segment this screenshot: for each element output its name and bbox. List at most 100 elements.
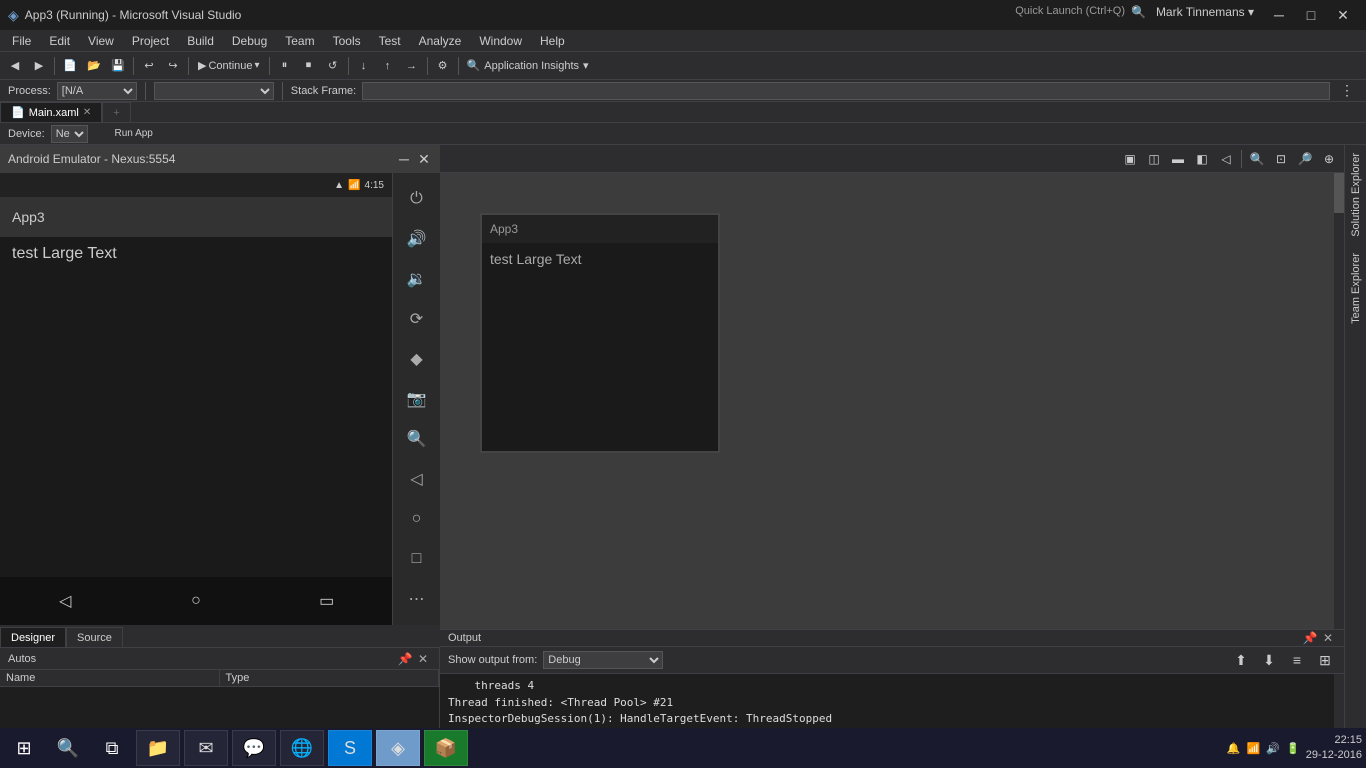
square-button[interactable]: □ bbox=[399, 541, 435, 577]
forward-btn[interactable]: ▶ bbox=[28, 55, 50, 77]
taskbar-search-btn[interactable]: 🔍 bbox=[48, 728, 88, 768]
settings-btn[interactable]: ⚙ bbox=[432, 55, 454, 77]
step-out-btn[interactable]: ↑ bbox=[377, 55, 399, 77]
menu-team[interactable]: Team bbox=[277, 32, 322, 50]
des-view1-btn[interactable]: ◫ bbox=[1143, 148, 1165, 170]
nav-back-btn[interactable]: ◁ bbox=[45, 586, 85, 616]
taskbar-task-view-btn[interactable]: ⧉ bbox=[92, 728, 132, 768]
more-button[interactable]: ⋯ bbox=[399, 581, 435, 617]
process-select[interactable]: [N/A bbox=[57, 82, 137, 100]
volume-down-button[interactable]: 🔉 bbox=[399, 261, 435, 297]
taskbar-app-skype[interactable]: 💬 bbox=[232, 730, 276, 766]
taskbar-app-green[interactable]: 📦 bbox=[424, 730, 468, 766]
emulator-minimize-btn[interactable]: ─ bbox=[396, 151, 412, 167]
menu-test[interactable]: Test bbox=[371, 32, 409, 50]
output-pin-btn[interactable]: 📌 bbox=[1302, 630, 1318, 646]
pause-btn[interactable]: ⏸ bbox=[274, 55, 296, 77]
output-tool2[interactable]: ⬇ bbox=[1258, 649, 1280, 671]
taskbar-app-skype2[interactable]: S bbox=[328, 730, 372, 766]
nav-home-btn[interactable]: ○ bbox=[176, 586, 216, 616]
save-btn[interactable]: 💾 bbox=[107, 55, 129, 77]
output-tool1[interactable]: ⬆ bbox=[1230, 649, 1252, 671]
des-zoom-in2-btn[interactable]: ⊕ bbox=[1318, 148, 1340, 170]
stack-frame-btn[interactable]: ⋮ bbox=[1336, 80, 1358, 102]
device-select[interactable]: Ne bbox=[51, 125, 88, 143]
step-over-btn[interactable]: → bbox=[401, 55, 423, 77]
designer-main: ▣ ◫ ▬ ◧ ◁ 🔍 ⊡ 🔎 ⊕ bbox=[440, 145, 1344, 746]
menu-view[interactable]: View bbox=[80, 32, 122, 50]
designer-scrollbar-v[interactable] bbox=[1334, 173, 1344, 629]
autos-pin-btn[interactable]: 📌 bbox=[397, 651, 413, 667]
taskbar-app-vs[interactable]: ◈ bbox=[376, 730, 420, 766]
nav-recents-btn[interactable]: ▭ bbox=[307, 586, 347, 616]
menu-project[interactable]: Project bbox=[124, 32, 177, 50]
taskbar-app-explorer[interactable]: 📁 bbox=[136, 730, 180, 766]
continue-dropdown-icon[interactable]: ▾ bbox=[255, 60, 260, 71]
menu-edit[interactable]: Edit bbox=[41, 32, 78, 50]
menu-tools[interactable]: Tools bbox=[325, 32, 369, 50]
des-fit-btn[interactable]: ▣ bbox=[1119, 148, 1141, 170]
home-button[interactable]: ○ bbox=[399, 501, 435, 537]
taskbar-time-date[interactable]: 22:15 29-12-2016 bbox=[1306, 733, 1362, 764]
taskbar-app-mail[interactable]: ✉ bbox=[184, 730, 228, 766]
des-view3-btn[interactable]: ◧ bbox=[1191, 148, 1213, 170]
erase-button[interactable]: ◆ bbox=[399, 341, 435, 377]
close-button[interactable]: ✕ bbox=[1328, 5, 1358, 25]
continue-button[interactable]: ▶ Continue ▾ bbox=[193, 55, 265, 77]
menu-analyze[interactable]: Analyze bbox=[411, 32, 470, 50]
tab-source[interactable]: Source bbox=[66, 627, 123, 647]
tab-main-xaml[interactable]: 📄 Main.xaml ✕ bbox=[0, 102, 102, 122]
volume-up-button[interactable]: 🔊 bbox=[399, 221, 435, 257]
taskbar-app-chrome[interactable]: 🌐 bbox=[280, 730, 324, 766]
menu-debug[interactable]: Debug bbox=[224, 32, 275, 50]
output-line-2: InspectorDebugSession(1): HandleTargetEv… bbox=[448, 711, 1326, 728]
taskbar-date: 29-12-2016 bbox=[1306, 748, 1362, 763]
stop-btn[interactable]: ⏹ bbox=[298, 55, 320, 77]
emulator-close-btn[interactable]: ✕ bbox=[416, 151, 432, 167]
autos-close-btn[interactable]: ✕ bbox=[415, 651, 431, 667]
back-button[interactable]: ◁ bbox=[399, 461, 435, 497]
taskbar-notification[interactable]: 🔔 bbox=[1227, 742, 1241, 755]
menu-help[interactable]: Help bbox=[532, 32, 573, 50]
stack-frame-input[interactable] bbox=[362, 82, 1330, 100]
thread-select[interactable] bbox=[154, 82, 274, 100]
designer-scrollbar-thumb[interactable] bbox=[1334, 173, 1344, 213]
solution-explorer-label[interactable]: Solution Explorer bbox=[1350, 145, 1362, 245]
step-into-btn[interactable]: ↓ bbox=[353, 55, 375, 77]
tab-new[interactable]: + bbox=[102, 102, 130, 122]
redo-btn[interactable]: ↪ bbox=[162, 55, 184, 77]
new-project-btn[interactable]: 📄 bbox=[59, 55, 81, 77]
zoom-button[interactable]: 🔍 bbox=[399, 421, 435, 457]
stack-frame-bar: Process: [N/A Stack Frame: ⋮ bbox=[0, 80, 1366, 102]
camera-button[interactable]: 📷 bbox=[399, 381, 435, 417]
device-run-btn[interactable]: Run App bbox=[94, 123, 174, 145]
application-insights-dropdown[interactable]: ▾ bbox=[583, 59, 589, 72]
restart-btn[interactable]: ↺ bbox=[322, 55, 344, 77]
des-back-btn[interactable]: ◁ bbox=[1215, 148, 1237, 170]
undo-btn[interactable]: ↩ bbox=[138, 55, 160, 77]
power-button[interactable]: ⏻ bbox=[399, 181, 435, 217]
tab-close-btn[interactable]: ✕ bbox=[83, 107, 91, 118]
open-file-btn[interactable]: 📂 bbox=[83, 55, 105, 77]
application-insights-button[interactable]: 🔍 Application Insights ▾ bbox=[463, 59, 593, 72]
minimize-button[interactable]: ─ bbox=[1264, 5, 1294, 25]
phone-app-content[interactable]: App3 test Large Text bbox=[0, 197, 392, 577]
des-zoom-in-btn[interactable]: 🔎 bbox=[1294, 148, 1316, 170]
output-close-btn[interactable]: ✕ bbox=[1320, 630, 1336, 646]
des-view2-btn[interactable]: ▬ bbox=[1167, 148, 1189, 170]
output-tool3[interactable]: ≡ bbox=[1286, 649, 1308, 671]
maximize-button[interactable]: □ bbox=[1296, 5, 1326, 25]
output-from-select[interactable]: Debug bbox=[543, 651, 663, 669]
menu-build[interactable]: Build bbox=[179, 32, 222, 50]
back-btn[interactable]: ◀ bbox=[4, 55, 26, 77]
output-tool4[interactable]: ⊞ bbox=[1314, 649, 1336, 671]
des-zoom-out-btn[interactable]: 🔍 bbox=[1246, 148, 1268, 170]
des-fit2-btn[interactable]: ⊡ bbox=[1270, 148, 1292, 170]
tab-designer[interactable]: Designer bbox=[0, 627, 66, 647]
rotate-button[interactable]: ⟳ bbox=[399, 301, 435, 337]
designer-canvas[interactable]: App3 test Large Text bbox=[440, 173, 1344, 629]
menu-window[interactable]: Window bbox=[471, 32, 530, 50]
start-button[interactable]: ⊞ bbox=[4, 728, 44, 768]
menu-file[interactable]: File bbox=[4, 32, 39, 50]
team-explorer-label[interactable]: Team Explorer bbox=[1350, 245, 1362, 332]
